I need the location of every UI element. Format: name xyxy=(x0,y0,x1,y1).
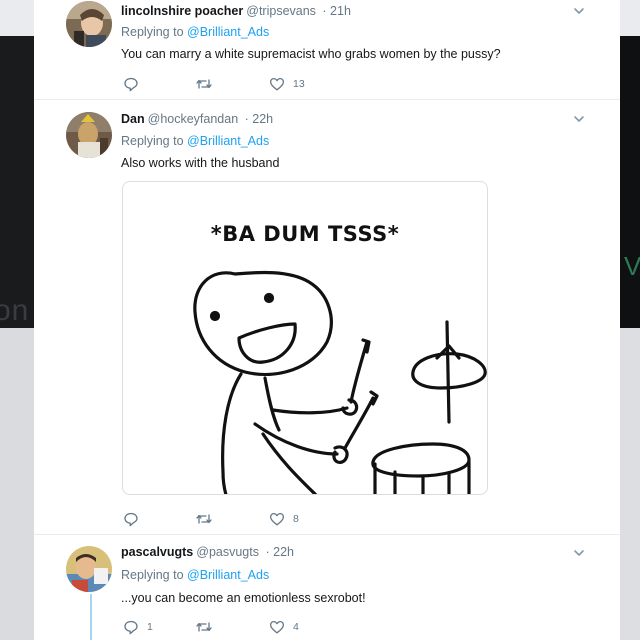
user-handle[interactable]: @tripsevans xyxy=(246,4,316,18)
timestamp[interactable]: · 22h xyxy=(265,545,294,559)
like-button[interactable]: 8 xyxy=(269,511,299,527)
heart-icon xyxy=(269,77,285,91)
reply-count: 1 xyxy=(147,621,153,633)
user-handle[interactable]: @hockeyfandan xyxy=(148,112,239,126)
tweet-reply-3[interactable]: pascalvugts @pasvugts · 22h Replying to @… xyxy=(34,535,620,640)
timestamp[interactable]: · 21h xyxy=(322,4,351,18)
replying-to-label: Replying to xyxy=(121,25,184,39)
tweet-header: Dan @hockeyfandan · 22h xyxy=(121,112,273,126)
heart-icon xyxy=(269,512,285,526)
chevron-down-icon[interactable] xyxy=(572,546,586,560)
avatar[interactable] xyxy=(66,112,112,158)
replying-to-link[interactable]: @Brilliant_Ads xyxy=(187,568,269,582)
user-handle[interactable]: @pasvugts xyxy=(196,545,259,559)
reply-button[interactable] xyxy=(123,511,147,527)
background-grey-left xyxy=(0,328,34,640)
drummer-stick-figure-drawing xyxy=(193,270,487,494)
tweet-actions: 8 xyxy=(121,511,521,527)
reply-thread-column: lincolnshire poacher @tripsevans · 21h Re… xyxy=(34,0,620,640)
like-count: 4 xyxy=(293,621,299,633)
reply-icon xyxy=(124,77,138,92)
background-dark-panel-right: V xyxy=(620,36,640,328)
replying-to-line: Replying to @Brilliant_Ads xyxy=(121,25,269,39)
tweet-actions: 13 xyxy=(121,76,521,92)
tweet-media-image[interactable]: *BA DUM TSSS* xyxy=(122,181,488,495)
retweet-icon xyxy=(196,514,212,524)
display-name[interactable]: Dan xyxy=(121,112,145,126)
tweet-actions: 1 4 xyxy=(121,619,521,635)
display-name[interactable]: lincolnshire poacher xyxy=(121,4,243,18)
replying-to-link[interactable]: @Brilliant_Ads xyxy=(187,134,269,148)
heart-icon xyxy=(269,620,285,634)
retweet-button[interactable] xyxy=(195,511,221,527)
like-button[interactable]: 4 xyxy=(269,619,299,635)
retweet-button[interactable] xyxy=(195,76,221,92)
reply-icon xyxy=(124,512,138,527)
like-count: 8 xyxy=(293,513,299,525)
thread-connector-line xyxy=(90,594,92,640)
tweet-header: pascalvugts @pasvugts · 22h xyxy=(121,545,294,559)
replying-to-label: Replying to xyxy=(121,568,184,582)
retweet-icon xyxy=(196,622,212,632)
display-name[interactable]: pascalvugts xyxy=(121,545,193,559)
like-count: 13 xyxy=(293,78,305,90)
replying-to-link[interactable]: @Brilliant_Ads xyxy=(187,25,269,39)
like-button[interactable]: 13 xyxy=(269,76,305,92)
chevron-down-icon[interactable] xyxy=(572,112,586,126)
tweet-text: Also works with the husband xyxy=(121,156,280,170)
retweet-icon xyxy=(196,79,212,89)
retweet-button[interactable] xyxy=(195,619,221,635)
chevron-down-icon[interactable] xyxy=(572,4,586,18)
avatar[interactable] xyxy=(66,1,112,47)
background-dark-panel-left: on xyxy=(0,36,34,328)
reply-button[interactable] xyxy=(123,76,147,92)
replying-to-line: Replying to @Brilliant_Ads xyxy=(121,568,269,582)
tweet-text: ...you can become an emotionless sexrobo… xyxy=(121,591,366,605)
reply-icon xyxy=(124,620,138,635)
avatar[interactable] xyxy=(66,546,112,592)
reply-button[interactable]: 1 xyxy=(123,619,153,635)
tweet-reply-1[interactable]: lincolnshire poacher @tripsevans · 21h Re… xyxy=(34,0,620,100)
background-grey-right xyxy=(620,328,640,640)
timestamp[interactable]: · 22h xyxy=(245,112,274,126)
tweet-text: You can marry a white supremacist who gr… xyxy=(121,47,501,61)
replying-to-line: Replying to @Brilliant_Ads xyxy=(121,134,269,148)
tweet-header: lincolnshire poacher @tripsevans · 21h xyxy=(121,4,351,18)
tweet-reply-2[interactable]: Dan @hockeyfandan · 22h Replying to @Bril… xyxy=(34,100,620,535)
background-text-fragment-left: on xyxy=(0,294,30,327)
background-text-fragment-right: V xyxy=(624,251,640,281)
replying-to-label: Replying to xyxy=(121,134,184,148)
